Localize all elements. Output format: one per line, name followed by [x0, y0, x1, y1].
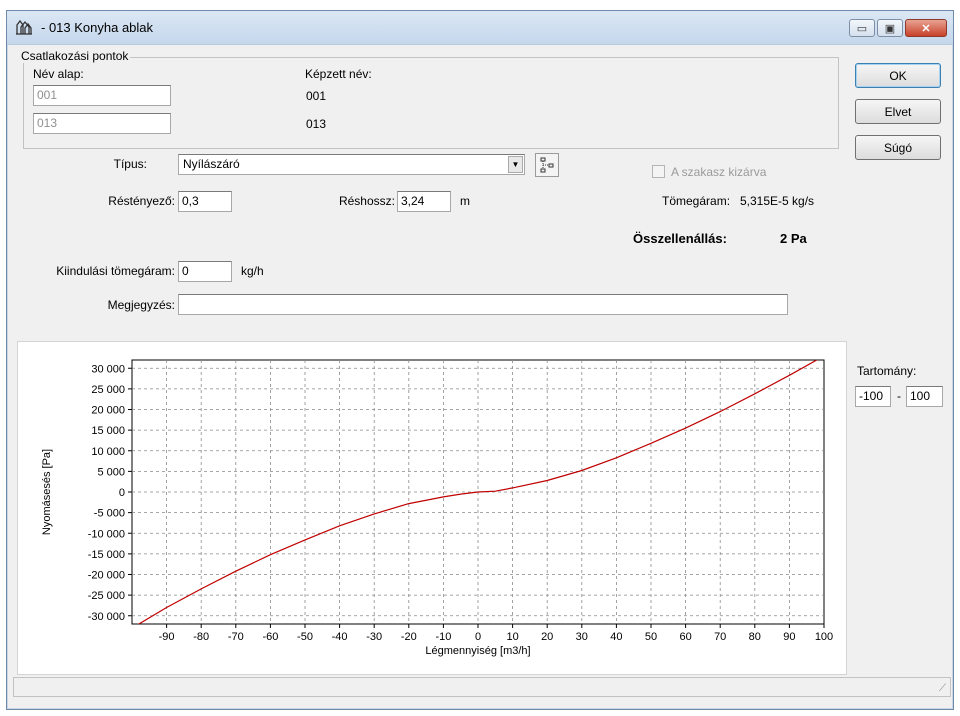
- x-tick-label: 0: [475, 631, 481, 643]
- base-name-field-1[interactable]: 001: [33, 85, 171, 106]
- x-tick-label: 20: [541, 631, 553, 643]
- maximize-icon: ▣: [884, 22, 896, 35]
- app-icon: [16, 19, 32, 35]
- gap-length-input[interactable]: 3,24: [397, 191, 451, 212]
- chart-panel: -90 -80 -70 -60 -50 -40 -30 -20 -10 0 10 20 30 40 50 60…: [17, 341, 847, 675]
- x-axis-label: Légmennyiség [m3/h]: [425, 645, 530, 657]
- x-tick-label: 10: [506, 631, 518, 643]
- x-tick-label: -90: [159, 631, 175, 643]
- formed-name-label: Képzett név:: [305, 67, 372, 81]
- y-tick-label: 10 000: [91, 446, 125, 458]
- close-button[interactable]: ✕: [905, 19, 947, 37]
- y-axis-label: Nyomásesés [Pa]: [41, 449, 53, 535]
- y-tick-label: -15 000: [88, 549, 125, 561]
- chevron-down-icon[interactable]: ▼: [508, 156, 523, 173]
- x-tick-label: 80: [749, 631, 761, 643]
- range-separator: -: [897, 389, 901, 403]
- x-tick-label: 60: [679, 631, 691, 643]
- resistance-input[interactable]: 0,3: [178, 191, 232, 212]
- help-button[interactable]: Súgó: [855, 135, 941, 160]
- connection-points-title: Csatlakozási pontok: [19, 49, 131, 63]
- x-tick-label: 100: [815, 631, 833, 643]
- base-name-field-2[interactable]: 013: [33, 113, 171, 134]
- diagram-button[interactable]: [535, 153, 559, 177]
- y-tick-label: 30 000: [91, 363, 125, 375]
- formed-name-1: 001: [306, 89, 327, 103]
- initial-massflow-input[interactable]: 0: [178, 261, 232, 282]
- tree-icon: [540, 157, 554, 173]
- base-name-label: Név alap:: [33, 67, 84, 81]
- x-tick-label: 40: [610, 631, 622, 643]
- excluded-checkbox[interactable]: [652, 165, 665, 178]
- window-title: - 013 Konyha ablak: [41, 20, 154, 35]
- x-tick-label: -20: [401, 631, 417, 643]
- x-tick-label: -10: [435, 631, 451, 643]
- x-tick-label: -80: [193, 631, 209, 643]
- x-tick-label: 50: [645, 631, 657, 643]
- x-tick-label: 90: [783, 631, 795, 643]
- note-input[interactable]: [178, 294, 788, 315]
- type-select-value: Nyílászáró: [183, 157, 240, 171]
- total-resistance-value: 2 Pa: [780, 231, 807, 246]
- maximize-button[interactable]: ▣: [877, 19, 903, 37]
- type-select[interactable]: Nyílászáró ▼: [178, 154, 525, 175]
- pressure-drop-chart: -90 -80 -70 -60 -50 -40 -30 -20 -10 0 10 20 30 40 50 60…: [41, 359, 833, 657]
- minimize-icon: ▭: [856, 22, 868, 35]
- x-tick-label: 70: [714, 631, 726, 643]
- y-tick-label: 0: [119, 487, 125, 499]
- x-tick-label: -30: [366, 631, 382, 643]
- y-tick-label: -10 000: [88, 528, 125, 540]
- status-bar: ⟋: [13, 677, 951, 697]
- y-tick-label: 5 000: [97, 466, 125, 478]
- minimize-button[interactable]: ▭: [849, 19, 875, 37]
- title-bar[interactable]: - 013 Konyha ablak ▭ ▣ ✕: [7, 11, 953, 45]
- initial-massflow-unit: kg/h: [241, 264, 264, 278]
- x-tick-label: -50: [297, 631, 313, 643]
- y-tick-label: -20 000: [88, 570, 125, 582]
- gap-length-label: Réshossz:: [338, 194, 395, 208]
- x-tick-label: -70: [228, 631, 244, 643]
- excluded-label: A szakasz kizárva: [671, 165, 767, 179]
- y-tick-label: -5 000: [94, 508, 125, 520]
- y-tick-label: -30 000: [88, 611, 125, 623]
- dialog-window: - 013 Konyha ablak ▭ ▣ ✕ Csatlakozási po…: [6, 10, 954, 710]
- gap-length-unit: m: [460, 194, 470, 208]
- range-label: Tartomány:: [857, 364, 917, 378]
- total-resistance-label: Összellenállás:: [633, 231, 727, 246]
- massflow-label: Tömegáram:: [662, 194, 731, 208]
- x-tick-label: -60: [262, 631, 278, 643]
- massflow-value: 5,315E-5 kg/s: [740, 194, 815, 208]
- ok-button[interactable]: OK: [855, 63, 941, 88]
- resize-grip-icon[interactable]: ⟋: [939, 683, 946, 694]
- x-tick-label: 30: [576, 631, 588, 643]
- close-icon: ✕: [921, 22, 931, 35]
- cancel-button[interactable]: Elvet: [855, 99, 941, 124]
- formed-name-2: 013: [306, 117, 327, 131]
- y-tick-label: 20 000: [91, 405, 125, 417]
- type-label: Típus:: [113, 157, 147, 171]
- y-tick-label: -25 000: [88, 590, 125, 602]
- range-min-input[interactable]: -100: [855, 386, 891, 407]
- initial-massflow-label: Kiindulási tömegáram:: [56, 264, 175, 278]
- x-tick-label: -40: [332, 631, 348, 643]
- range-max-input[interactable]: 100: [906, 386, 943, 407]
- resistance-label: Réstényező:: [108, 194, 175, 208]
- y-tick-label: 25 000: [91, 384, 125, 396]
- note-label: Megjegyzés:: [107, 298, 175, 312]
- y-tick-label: 15 000: [91, 425, 125, 437]
